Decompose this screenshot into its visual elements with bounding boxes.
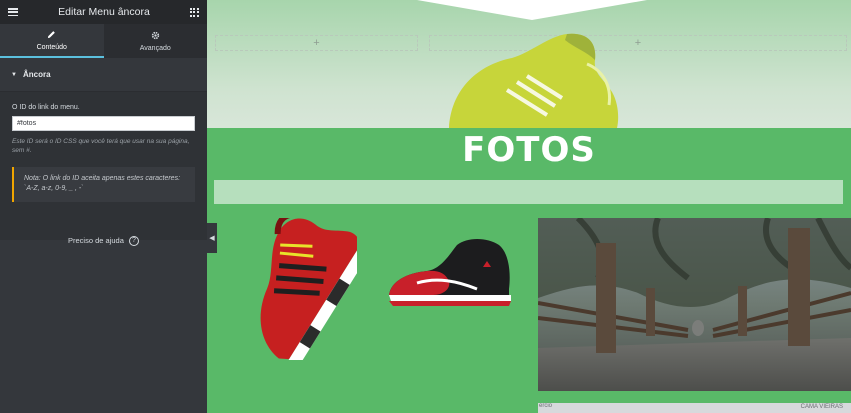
photos-title-bar: FOTOS — [207, 128, 851, 172]
panel-title: Editar Menu âncora — [58, 6, 150, 18]
background-shoe-image — [449, 33, 619, 128]
editor-panel: Editar Menu âncora Conteúdo Avançado ▼ Â… — [0, 0, 207, 413]
section-body: O ID do link do menu. Este ID será o ID … — [0, 92, 207, 240]
section-toggle-anchor[interactable]: ▼ Âncora — [0, 58, 207, 92]
map-label-left: ercio — [539, 403, 553, 409]
hero-section: + + — [207, 0, 851, 128]
map-embed[interactable]: ercio CAMA VIEIRAS — [538, 403, 851, 413]
bridge-photo — [538, 218, 851, 391]
question-icon: ? — [128, 236, 139, 247]
help-label: Preciso de ajuda — [68, 236, 124, 245]
section-title: Âncora — [22, 70, 51, 79]
shape-divider — [417, 0, 647, 20]
panel-header: Editar Menu âncora — [0, 0, 207, 24]
map-label-right: CAMA VIEIRAS — [800, 404, 843, 410]
tab-advanced[interactable]: Avançado — [104, 24, 208, 58]
hamburger-menu-icon[interactable] — [8, 8, 18, 16]
empty-column-left[interactable]: + — [215, 35, 418, 51]
tab-content-label: Conteúdo — [36, 43, 67, 51]
help-link[interactable]: Preciso de ajuda ? — [0, 236, 207, 247]
red-running-shoe-image — [260, 218, 357, 360]
pencil-icon — [47, 30, 56, 41]
add-icon: + — [634, 37, 642, 49]
anchor-id-description: Este ID será o ID CSS que você terá que … — [12, 138, 190, 154]
tab-content[interactable]: Conteúdo — [0, 24, 104, 58]
panel-tabs: Conteúdo Avançado — [0, 24, 207, 58]
anchor-notice: Nota: O link do ID aceita apenas estes c… — [12, 167, 195, 202]
section-heading: FOTOS — [462, 130, 596, 170]
red-basketball-shoe-image — [389, 239, 511, 306]
preview-canvas: + + FOTOS ercio CAMA VIEIRAS — [207, 0, 851, 413]
collapse-panel-handle[interactable]: ◀ — [207, 223, 217, 253]
anchor-id-label: O ID do link do menu. — [12, 104, 80, 111]
anchor-id-input[interactable] — [12, 116, 195, 131]
gear-icon — [151, 31, 160, 42]
widgets-grid-icon[interactable] — [189, 7, 199, 17]
tab-advanced-label: Avançado — [139, 44, 171, 52]
add-icon: + — [313, 37, 320, 49]
chevron-left-icon: ◀ — [209, 235, 215, 242]
anchor-widget-placeholder[interactable] — [214, 180, 843, 204]
caret-down-icon: ▼ — [11, 71, 17, 78]
